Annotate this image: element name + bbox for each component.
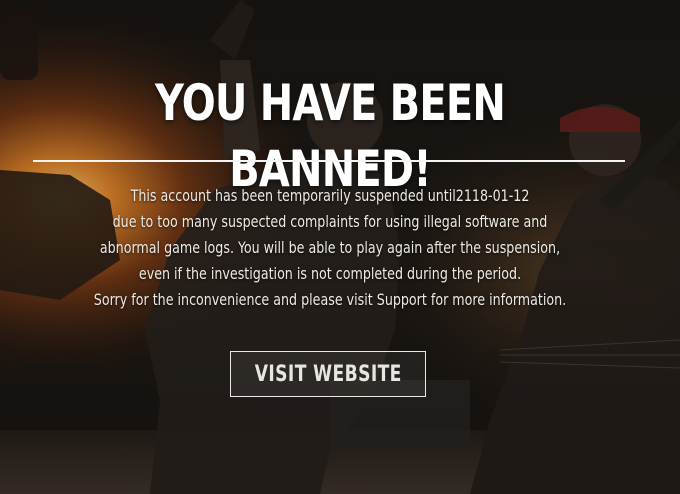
- ban-notice: YOU HAVE BEEN BANNED! This account has b…: [0, 0, 680, 494]
- visit-website-button[interactable]: VISIT WEBSITE: [230, 351, 426, 397]
- message-line: This account has been temporarily suspen…: [130, 186, 530, 205]
- message-line: abnormal game logs. You will be able to …: [99, 238, 561, 257]
- message-line: even if the investigation is not complet…: [138, 264, 522, 283]
- message-line: due to too many suspected complaints for…: [112, 212, 548, 231]
- message-line: Sorry for the inconvenience and please v…: [93, 290, 567, 309]
- title-divider: [33, 160, 625, 162]
- ban-message: This account has been temporarily suspen…: [40, 183, 621, 313]
- visit-website-label: VISIT WEBSITE: [254, 361, 402, 387]
